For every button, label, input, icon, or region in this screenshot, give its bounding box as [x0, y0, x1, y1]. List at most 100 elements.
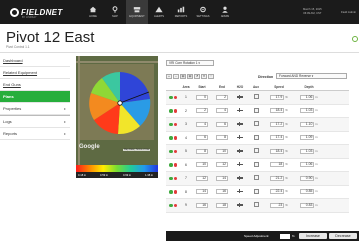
remove-row-icon[interactable]: [173, 95, 177, 99]
start-input[interactable]: 2: [196, 108, 208, 114]
remove-row-icon[interactable]: [173, 176, 177, 180]
nav-home[interactable]: HOME: [82, 0, 104, 24]
speed-input[interactable]: 23: [270, 202, 285, 208]
remove-row-icon[interactable]: [173, 203, 177, 207]
depth-input[interactable]: 0.85: [300, 189, 315, 195]
speed-input[interactable]: 18.4: [270, 108, 285, 114]
end-input[interactable]: 8: [216, 135, 228, 141]
speed-input[interactable]: 17.2: [270, 121, 285, 127]
aux-toggle[interactable]: [253, 202, 259, 208]
depth-input[interactable]: 1.10: [300, 121, 315, 127]
sidebar-item-plans[interactable]: Plans: [0, 91, 70, 103]
water-pump-icon[interactable]: [237, 121, 243, 126]
aux-toggle[interactable]: [253, 188, 259, 194]
depth-input[interactable]: 1.06: [300, 162, 315, 168]
nav-settings[interactable]: SETTINGS: [192, 0, 214, 24]
remove-row-icon[interactable]: [173, 149, 177, 153]
end-input[interactable]: 18: [216, 202, 228, 208]
add-row-icon[interactable]: [169, 149, 173, 153]
start-input[interactable]: 16: [196, 202, 208, 208]
start-input[interactable]: 0: [196, 94, 208, 100]
remove-row-icon[interactable]: [173, 190, 177, 194]
start-input[interactable]: 4: [196, 121, 208, 127]
upload-button[interactable]: ↑: [208, 74, 214, 79]
speed-input[interactable]: 21.2: [270, 175, 285, 181]
water-pump-icon[interactable]: [237, 148, 243, 153]
add-row-icon[interactable]: [169, 190, 173, 194]
end-input[interactable]: 6: [216, 121, 228, 127]
refresh-icon[interactable]: [352, 36, 358, 42]
water-pump-icon[interactable]: [237, 162, 243, 167]
fieldnet-logo[interactable]: FIELDNET BY LINDSAY: [10, 6, 63, 19]
remove-row-icon[interactable]: [173, 163, 177, 167]
start-input[interactable]: 6: [196, 135, 208, 141]
sidebar-item-logs[interactable]: Logs ▸: [0, 116, 70, 128]
speed-adjust-input[interactable]: [280, 233, 290, 239]
aux-toggle[interactable]: [253, 107, 259, 113]
add-area-button[interactable]: +: [166, 74, 172, 79]
depth-input[interactable]: 1.09: [300, 135, 315, 141]
map-terms-link[interactable]: Map Data | Terms of Use: [123, 149, 151, 151]
remove-row-icon[interactable]: [173, 136, 177, 140]
sidebar-item-dashboard[interactable]: Dashboard: [0, 55, 70, 67]
pivot-map[interactable]: Google Map Data | Terms of Use: [76, 56, 158, 165]
add-row-icon[interactable]: [169, 136, 173, 140]
end-input[interactable]: 2: [216, 94, 228, 100]
start-input[interactable]: 14: [196, 189, 208, 195]
speed-input[interactable]: 17.9: [270, 94, 285, 100]
water-pump-icon[interactable]: [237, 175, 243, 180]
water-pump-icon[interactable]: [237, 189, 243, 194]
add-row-icon[interactable]: [169, 95, 173, 99]
aux-toggle[interactable]: [253, 94, 259, 100]
sidebar-item-properties[interactable]: Properties ▸: [0, 103, 70, 115]
speed-input[interactable]: 17.4: [270, 135, 285, 141]
increase-button[interactable]: Increase: [299, 233, 327, 239]
nav-reports[interactable]: REPORTS: [170, 0, 192, 24]
end-input[interactable]: 14: [216, 175, 228, 181]
aux-toggle[interactable]: [253, 134, 259, 140]
direction-select[interactable]: Forward AND Reverse ▾: [276, 73, 347, 79]
sidebar-item-end-guns[interactable]: End Guns: [0, 79, 70, 91]
start-input[interactable]: 10: [196, 162, 208, 168]
copy-button[interactable]: ▤: [180, 74, 186, 79]
end-input[interactable]: 10: [216, 148, 228, 154]
paste-button[interactable]: ▤: [187, 74, 193, 79]
user-menu-link[interactable]: Field Admin: [341, 10, 356, 14]
nav-admin[interactable]: ADMIN: [214, 0, 236, 24]
nav-map[interactable]: MAP: [104, 0, 126, 24]
water-pump-icon[interactable]: [237, 202, 243, 207]
add-row-icon[interactable]: [169, 163, 173, 167]
add-row-icon[interactable]: [169, 176, 173, 180]
water-pump-icon[interactable]: [237, 94, 243, 99]
water-pump-icon[interactable]: [237, 135, 243, 140]
nav-equipment[interactable]: EQUIPMENT: [126, 0, 148, 24]
speed-input[interactable]: 18: [270, 162, 285, 168]
remove-row-icon[interactable]: [173, 109, 177, 113]
speed-input[interactable]: 22.4: [270, 189, 285, 195]
end-input[interactable]: 4: [216, 108, 228, 114]
speed-input[interactable]: 18.4: [270, 148, 285, 154]
plan-select[interactable]: VRI Corn Rotation 1 ▾: [166, 60, 214, 66]
end-input[interactable]: 12: [216, 162, 228, 168]
aux-toggle[interactable]: [253, 175, 259, 181]
end-input[interactable]: 16: [216, 189, 228, 195]
depth-input[interactable]: 1.06: [300, 94, 315, 100]
water-pump-icon[interactable]: [237, 108, 243, 113]
remove-area-button[interactable]: −: [173, 74, 179, 79]
remove-row-icon[interactable]: [173, 122, 177, 126]
sidebar-item-reports[interactable]: Reports ▸: [0, 128, 70, 140]
clear-button[interactable]: ✕: [201, 74, 207, 79]
aux-toggle[interactable]: [253, 148, 259, 154]
nav-alerts[interactable]: ALERTS: [148, 0, 170, 24]
start-input[interactable]: 8: [196, 148, 208, 154]
depth-input[interactable]: 0.83: [300, 202, 315, 208]
aux-toggle[interactable]: [253, 161, 259, 167]
sidebar-item-related-equipment[interactable]: Related Equipment: [0, 67, 70, 79]
decrease-button[interactable]: Decrease: [329, 233, 357, 239]
add-row-icon[interactable]: [169, 109, 173, 113]
add-row-icon[interactable]: [169, 203, 173, 207]
add-row-icon[interactable]: [169, 122, 173, 126]
start-input[interactable]: 12: [196, 175, 208, 181]
depth-input[interactable]: 1.03: [300, 148, 315, 154]
depth-input[interactable]: 1.03: [300, 108, 315, 114]
